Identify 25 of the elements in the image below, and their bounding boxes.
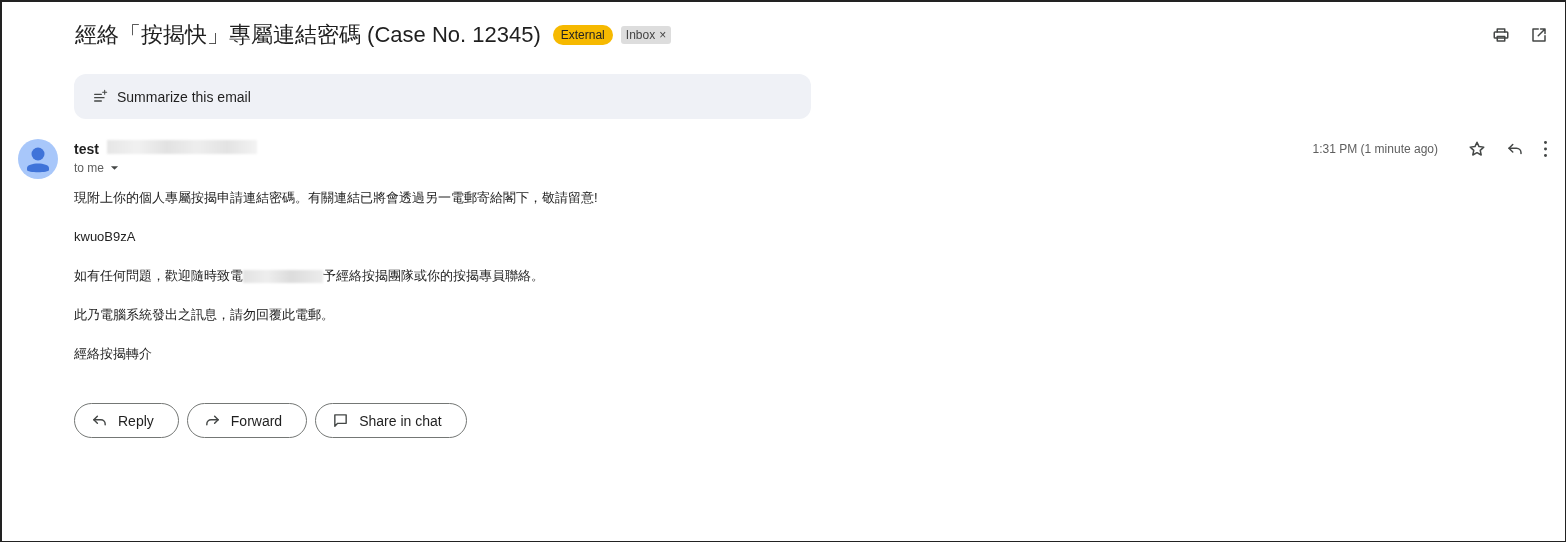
body-paragraph: kwuoB9zA: [74, 229, 136, 245]
folder-label: Inbox: [625, 28, 656, 42]
remove-label-button[interactable]: ×: [659, 28, 667, 42]
dropdown-caret-icon: [110, 165, 119, 171]
reply-button[interactable]: Reply: [74, 403, 179, 438]
sender-name: test: [74, 141, 99, 157]
recipient-label: to me: [74, 161, 104, 175]
summarize-button[interactable]: Summarize this email: [74, 74, 811, 119]
body-text: 予經絡按揭團隊或你的按揭專員聯絡。: [323, 268, 544, 284]
avatar-icon: [18, 139, 58, 179]
more-vertical-icon: [1544, 141, 1547, 157]
body-text: 如有任何問題，歡迎隨時致電: [74, 268, 243, 284]
message-time: 1:31 PM (1 minute ago): [1312, 142, 1438, 156]
body-paragraph: 現附上你的個人專屬按揭申請連結密碼。有關連結已將會透過另一電郵寄給閣下，敬請留意!: [74, 190, 598, 206]
chat-icon: [332, 412, 350, 429]
star-icon: [1468, 140, 1486, 158]
chat-button[interactable]: Share in chat: [315, 403, 467, 438]
category-label: External: [552, 25, 613, 45]
forward-button[interactable]: Forward: [186, 403, 308, 438]
body-paragraph: 經絡按揭轉介: [74, 346, 152, 362]
sparkle-list-icon: [92, 88, 108, 105]
external-link-icon: [1530, 26, 1548, 44]
email-subject: 經絡「按揭快」專屬連結密碼 (Case No. 12345): [75, 21, 541, 49]
print-icon: [1492, 26, 1510, 44]
body-paragraph: 此乃電腦系統發出之訊息，請勿回覆此電郵。: [74, 307, 334, 323]
